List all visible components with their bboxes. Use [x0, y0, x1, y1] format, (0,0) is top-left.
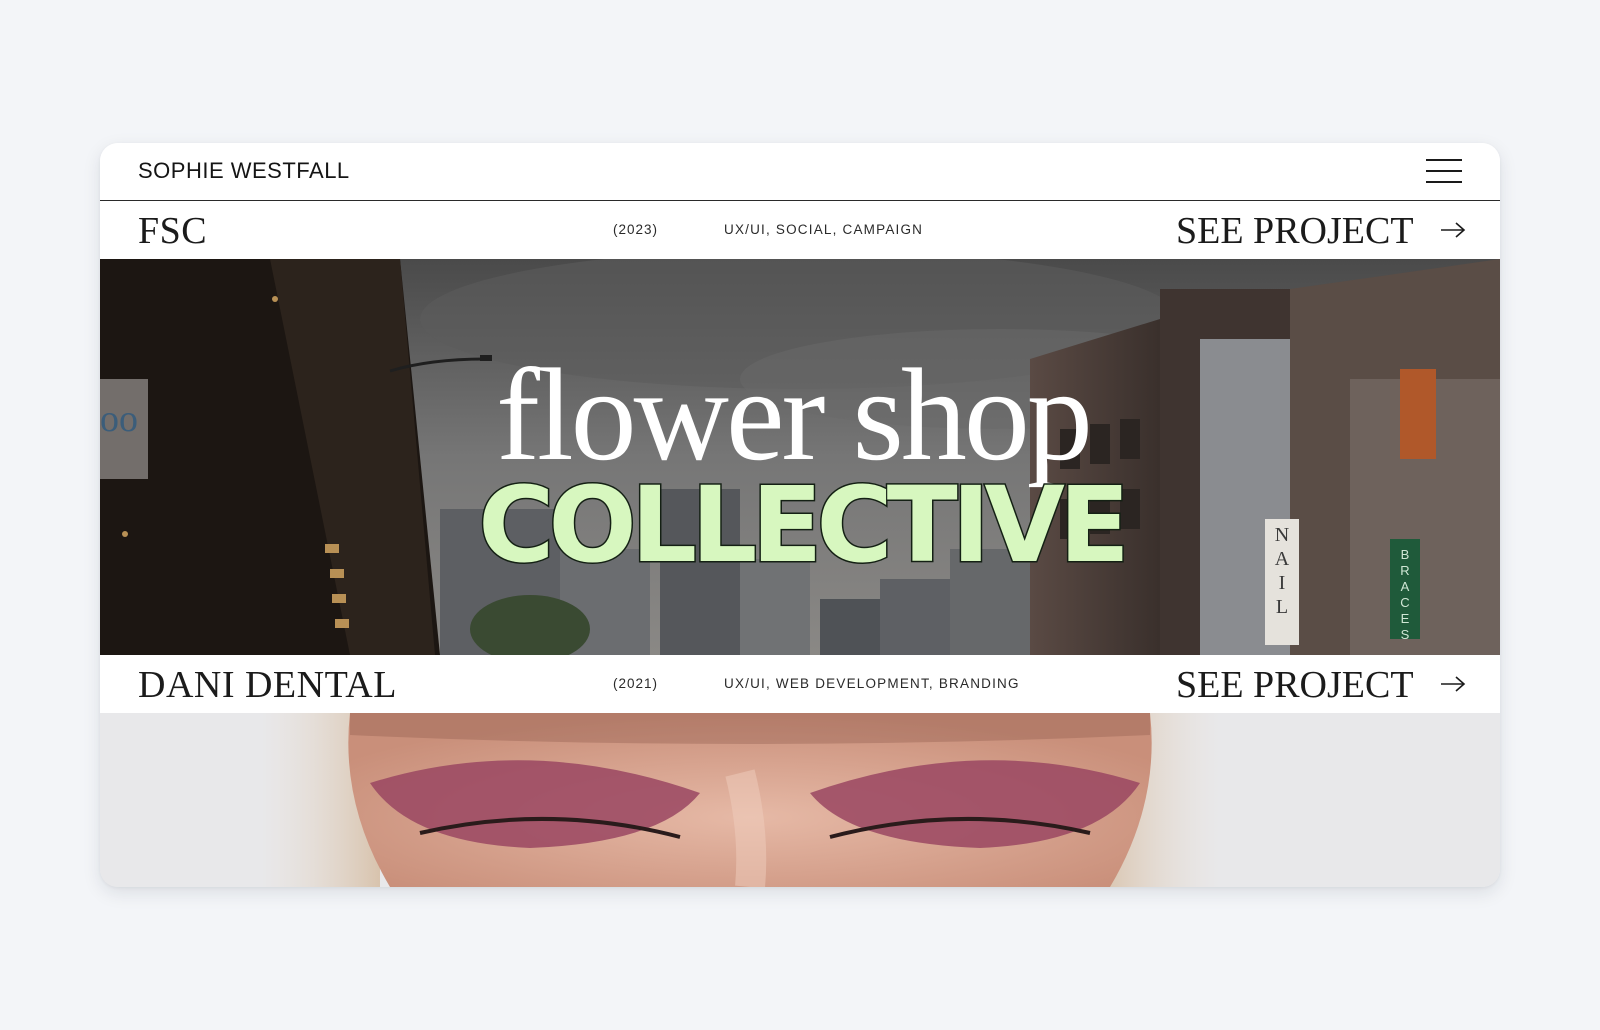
svg-text:R: R [1400, 563, 1409, 578]
portfolio-window: SOPHIE WESTFALL FSC (2023) UX/UI, SOCIAL… [100, 143, 1500, 887]
project-title: DANI DENTAL [138, 664, 397, 706]
svg-text:A: A [1401, 579, 1410, 594]
project-year: (2021) [613, 676, 659, 691]
svg-text:oo: oo [100, 398, 138, 440]
project-year: (2023) [613, 222, 659, 237]
project-tags: UX/UI, SOCIAL, CAMPAIGN [724, 222, 924, 237]
svg-text:A: A [1275, 548, 1290, 570]
project-tags: UX/UI, WEB DEVELOPMENT, BRANDING [724, 676, 1020, 691]
arrow-right-icon[interactable] [1440, 675, 1466, 693]
svg-text:S: S [1401, 627, 1410, 642]
svg-text:N: N [1275, 524, 1289, 546]
see-project-link[interactable]: SEE PROJECT [1176, 209, 1414, 253]
arrow-right-icon[interactable] [1440, 221, 1466, 239]
brand-name[interactable]: SOPHIE WESTFALL [138, 158, 350, 184]
site-header: SOPHIE WESTFALL [100, 143, 1500, 201]
face-closeup-illustration [100, 713, 1500, 887]
svg-text:L: L [1276, 596, 1288, 618]
project-title: FSC [138, 210, 208, 252]
hero-title: flower shop [496, 341, 1093, 488]
project-hero-image-dani-dental[interactable] [100, 713, 1500, 887]
collective-bubble-lettering: COLLECTIVE [477, 473, 1126, 583]
project-row-dani-dental[interactable]: DANI DENTAL (2021) UX/UI, WEB DEVELOPMEN… [100, 655, 1500, 713]
svg-text:C: C [1400, 595, 1409, 610]
svg-text:E: E [1401, 611, 1410, 626]
project-hero-image-fsc[interactable]: oo N A I L B R A C E S flower shop COLLE… [100, 259, 1500, 655]
svg-text:B: B [1401, 547, 1410, 562]
svg-text:I: I [1279, 572, 1286, 594]
see-project-link[interactable]: SEE PROJECT [1176, 663, 1414, 707]
project-row-fsc[interactable]: FSC (2023) UX/UI, SOCIAL, CAMPAIGN SEE P… [100, 201, 1500, 259]
hero-subtitle: COLLECTIVE [478, 473, 1124, 583]
hamburger-menu-icon[interactable] [1426, 159, 1462, 183]
